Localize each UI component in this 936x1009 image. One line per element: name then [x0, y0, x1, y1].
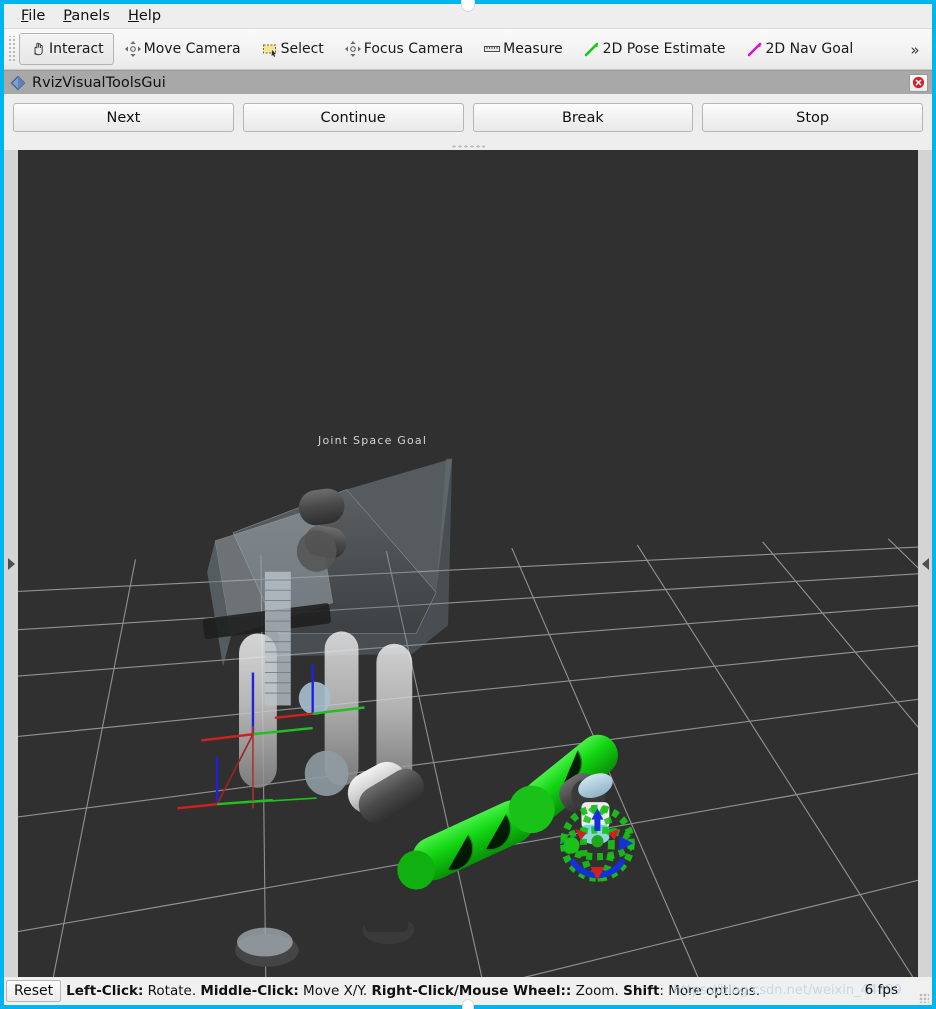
menu-panels-rest: anels	[71, 8, 110, 24]
left-panel-expander[interactable]	[4, 150, 18, 977]
stop-button[interactable]: Stop	[702, 103, 923, 132]
status-help-text: Left-Click: Rotate. Middle-Click: Move X…	[66, 983, 930, 999]
diamond-icon	[10, 75, 26, 91]
tool-interact[interactable]: Interact	[19, 33, 114, 65]
help-rotate-label: Rotate.	[143, 983, 201, 999]
selection-rectangle-icon	[261, 40, 279, 58]
fps-counter: 6 fps	[864, 982, 898, 998]
interactive-marker	[560, 804, 635, 882]
tool-focus-camera[interactable]: Focus Camera	[334, 33, 473, 65]
green-arrow-icon	[583, 40, 601, 58]
tool-measure-label: Measure	[503, 41, 563, 57]
help-more-options-label: : More options.	[659, 983, 761, 999]
panel-splitter[interactable]	[4, 142, 932, 150]
tool-2d-pose-estimate-label: 2D Pose Estimate	[602, 41, 726, 57]
panel-close-button[interactable]	[909, 74, 928, 92]
break-button[interactable]: Break	[472, 103, 694, 132]
tool-interact-label: Interact	[49, 41, 104, 57]
tool-select-label: Select	[280, 41, 324, 57]
help-zoom-label: Zoom.	[571, 983, 624, 999]
toolbar-drag-grip[interactable]	[8, 36, 17, 62]
panel-title-bar[interactable]: RvizVisualToolsGui	[4, 70, 932, 94]
chevron-left-icon	[921, 557, 929, 570]
toolbar-overflow-button[interactable]: »	[902, 35, 928, 65]
rviz-visual-tools-panel: Next Continue Break Stop	[4, 94, 932, 142]
tool-select[interactable]: Select	[251, 33, 334, 65]
tool-2d-nav-goal[interactable]: 2D Nav Goal	[736, 33, 864, 65]
3d-viewport[interactable]: Joint Space Goal	[18, 150, 918, 977]
help-middle-click-label: Middle-Click:	[200, 983, 299, 999]
next-button[interactable]: Next	[13, 103, 234, 132]
menu-file-rest: ile	[28, 8, 46, 24]
hand-cursor-icon	[29, 40, 47, 58]
continue-button[interactable]: Continue	[242, 103, 464, 132]
rviz-window: File Panels Help Interact Move Camera Se…	[0, 0, 936, 1009]
menu-help-rest: elp	[138, 8, 162, 24]
splitter-grip-icon	[451, 144, 485, 148]
menu-item-help[interactable]: Help	[119, 6, 170, 26]
toolbar-overflow-label: »	[910, 41, 920, 59]
panel-title-text: RvizVisualToolsGui	[32, 74, 166, 91]
close-icon	[912, 74, 925, 93]
four-arrows-icon	[124, 40, 142, 58]
tool-move-camera-label: Move Camera	[143, 41, 241, 57]
tool-bar: Interact Move Camera Select Focus Camera	[4, 28, 932, 70]
magenta-arrow-icon	[746, 40, 764, 58]
help-move-label: Move X/Y.	[298, 983, 372, 999]
tool-measure[interactable]: Measure	[473, 33, 573, 65]
ruler-icon	[483, 40, 501, 58]
3d-scene	[18, 150, 918, 977]
tool-2d-pose-estimate[interactable]: 2D Pose Estimate	[573, 33, 736, 65]
panel-button-row: Next Continue Break Stop	[13, 103, 923, 132]
window-bottom-drag-handle[interactable]	[462, 999, 474, 1009]
chevron-right-icon	[7, 557, 15, 570]
menu-item-file[interactable]: File	[12, 6, 54, 26]
render-area: Joint Space Goal	[4, 150, 932, 977]
menu-item-panels[interactable]: Panels	[54, 6, 119, 26]
robot-column	[264, 571, 291, 706]
tool-focus-camera-label: Focus Camera	[363, 41, 464, 57]
reset-button[interactable]: Reset	[6, 980, 62, 1002]
four-arrows-focus-icon	[344, 40, 362, 58]
help-left-click-label: Left-Click:	[66, 983, 144, 999]
tool-2d-nav-goal-label: 2D Nav Goal	[765, 41, 854, 57]
resize-grip-icon[interactable]	[919, 993, 929, 1003]
help-shift-label: Shift	[623, 983, 660, 999]
help-right-click-label: Right-Click/Mouse Wheel::	[371, 983, 572, 999]
right-panel-expander[interactable]	[918, 150, 932, 977]
menu-help-mnemonic: H	[127, 8, 139, 24]
tool-move-camera[interactable]: Move Camera	[114, 33, 251, 65]
